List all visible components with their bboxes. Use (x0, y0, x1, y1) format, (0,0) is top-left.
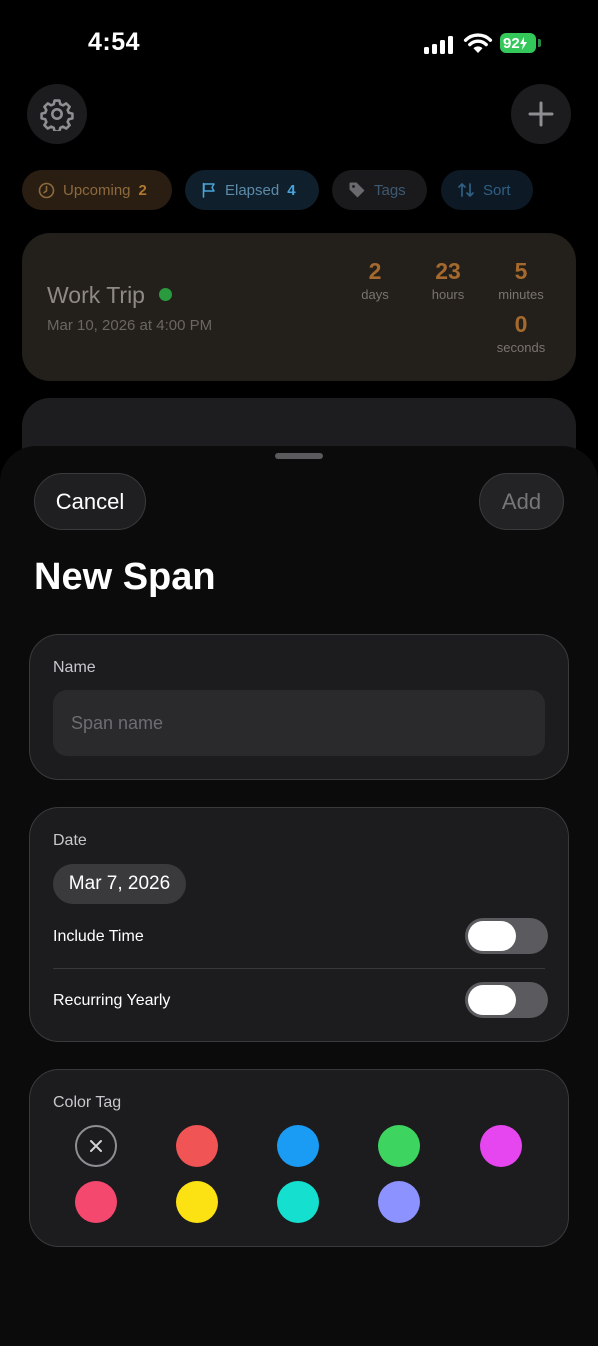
countdown-value: 0 (514, 311, 528, 337)
cancel-button[interactable]: Cancel (34, 473, 146, 530)
event-color-dot (159, 288, 172, 301)
countdown-unit: minutes (498, 287, 544, 302)
battery-indicator: 92 (500, 33, 536, 53)
color-swatch-yellow[interactable] (176, 1181, 218, 1223)
span-name-input[interactable] (53, 690, 545, 756)
countdown-unit: hours (431, 287, 465, 302)
recurring-yearly-toggle[interactable] (465, 982, 548, 1018)
flag-icon (202, 182, 215, 198)
settings-button[interactable] (27, 84, 87, 144)
wifi-icon (463, 33, 493, 53)
countdown-hours: 23 hours (408, 258, 488, 302)
filter-elapsed-count: 4 (287, 181, 296, 199)
include-time-toggle[interactable] (465, 918, 548, 954)
clock-icon (38, 182, 55, 198)
date-label: Date (53, 832, 87, 849)
color-swatch-red[interactable] (176, 1125, 218, 1167)
divider (53, 968, 545, 969)
color-swatch-green[interactable] (378, 1125, 420, 1167)
color-swatch-teal[interactable] (277, 1181, 319, 1223)
filter-upcoming-count: 2 (138, 181, 147, 199)
status-time: 4:54 (88, 28, 141, 56)
color-swatch-blue[interactable] (277, 1125, 319, 1167)
filter-upcoming-label: Upcoming (63, 181, 131, 199)
sheet-title: New Span (34, 556, 216, 598)
event-date: Mar 10, 2026 at 4:00 PM (47, 317, 213, 334)
include-time-label: Include Time (53, 928, 144, 945)
battery-nub (538, 39, 541, 47)
filter-tags-label: Tags (374, 181, 406, 199)
filter-sort-label: Sort (483, 181, 511, 199)
cellular-signal-icon (424, 36, 456, 54)
tag-icon (349, 182, 365, 198)
close-icon (90, 1140, 102, 1152)
filter-upcoming[interactable]: Upcoming 2 (22, 170, 172, 210)
filter-sort[interactable]: Sort (441, 170, 533, 210)
color-swatch-magenta[interactable] (480, 1125, 522, 1167)
event-title: Work Trip (47, 282, 145, 308)
countdown-value: 5 (514, 258, 528, 284)
name-label: Name (53, 659, 96, 676)
color-swatch-periwinkle[interactable] (378, 1181, 420, 1223)
countdown-unit: seconds (496, 340, 546, 355)
countdown-minutes: 5 minutes (481, 258, 561, 302)
add-button[interactable]: Add (479, 473, 564, 530)
charging-bolt-icon (519, 36, 527, 50)
date-picker-button[interactable]: Mar 7, 2026 (53, 864, 186, 904)
countdown-value: 2 (368, 258, 382, 284)
sort-arrows-icon (458, 183, 474, 197)
countdown-days: 2 days (335, 258, 415, 302)
color-swatch-none[interactable] (75, 1125, 117, 1167)
countdown-unit: days (361, 287, 389, 302)
battery-level: 92 (503, 34, 520, 52)
plus-icon (528, 101, 554, 127)
filter-elapsed-label: Elapsed (225, 181, 280, 199)
filter-tags[interactable]: Tags (332, 170, 427, 210)
filter-elapsed[interactable]: Elapsed 4 (185, 170, 319, 210)
color-tag-label: Color Tag (53, 1094, 122, 1111)
countdown-value: 23 (435, 258, 461, 284)
sheet-grabber[interactable] (275, 453, 323, 459)
gear-icon (40, 99, 74, 131)
add-span-button[interactable] (511, 84, 571, 144)
countdown-seconds: 0 seconds (481, 311, 561, 355)
color-swatch-pink[interactable] (75, 1181, 117, 1223)
recurring-yearly-label: Recurring Yearly (53, 992, 171, 1009)
